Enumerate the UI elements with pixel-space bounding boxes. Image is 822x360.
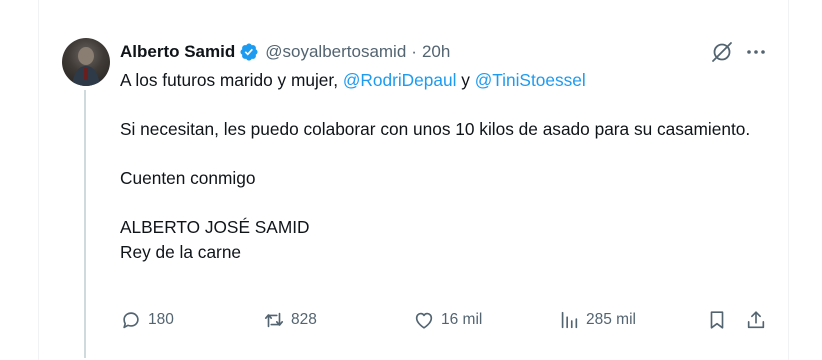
avatar-photo [72,47,100,86]
tweet-line-1-prefix: A los futuros marido y mujer, [120,70,343,90]
views-icon [561,311,578,329]
share-icon [747,311,765,329]
tweet-paragraph-3: Cuenten conmigo [120,168,256,188]
verified-badge-icon [239,42,259,62]
reply-button[interactable]: 180 [120,308,174,332]
author-handle[interactable]: @soyalbertosamid [265,42,406,62]
tweet-line-1: A los futuros marido y mujer, @RodriDepa… [120,68,760,93]
mention-rodridepaul[interactable]: @RodriDepaul [343,70,457,90]
tweet-paragraph-2: Si necesitan, les puedo colaborar con un… [120,119,751,139]
tweet-header: Alberto Samid @soyalbertosamid · 20h [120,40,450,64]
header-separator: · [411,42,417,61]
reply-icon [123,312,139,329]
tweet-actions: 180 828 16 mil 285 mil [0,308,822,332]
more-icon[interactable] [744,40,768,64]
tweet-line-1-middle: y [456,70,475,90]
views-count: 285 mil [586,311,636,328]
avatar[interactable] [62,38,110,86]
grok-icon[interactable] [710,40,734,64]
repost-count: 828 [291,311,317,328]
repost-icon [264,312,284,328]
timeline-left-border [38,0,39,360]
like-button[interactable]: 16 mil [413,308,482,332]
mention-tinistoessel[interactable]: @TiniStoessel [475,70,586,90]
share-button[interactable] [745,308,773,332]
tweet-timestamp[interactable]: 20h [422,42,450,62]
repost-button[interactable]: 828 [263,308,317,332]
views-button[interactable]: 285 mil [558,308,636,332]
timeline-right-border [788,0,789,360]
author-name[interactable]: Alberto Samid [120,42,235,62]
like-icon [415,312,433,329]
reply-count: 180 [148,311,174,328]
tweet-signature-title: Rey de la carne [120,241,242,262]
like-count: 16 mil [441,311,483,328]
bookmark-button[interactable] [706,308,734,332]
tweet-text: A los futuros marido y mujer, @RodriDepa… [120,68,760,264]
tweet-signature-name: ALBERTO JOSÉ SAMID [120,217,310,237]
bookmark-icon [710,311,724,329]
